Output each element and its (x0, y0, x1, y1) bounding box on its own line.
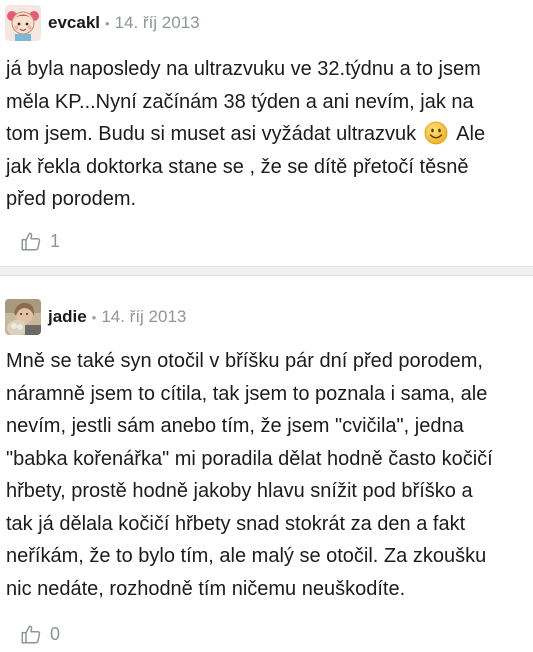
comment-thread: evcakl • 14. říj 2013 já byla naposledy … (0, 0, 533, 652)
comment-header: evcakl • 14. říj 2013 (5, 4, 200, 42)
comment-date: 14. říj 2013 (101, 307, 187, 326)
comment-line: náramně jsem to cítila, tak jsem to pozn… (6, 382, 488, 405)
comment-line: před porodem. (6, 188, 137, 210)
smiley-face-icon (424, 121, 448, 145)
meta-separator: • (91, 309, 97, 325)
meta-separator: • (105, 15, 110, 31)
comment-line-text: Ale (456, 123, 486, 145)
like-count: 0 (50, 623, 61, 644)
comment-line: "babka kořenářka" mi poradila dělat hodn… (6, 447, 493, 470)
comment-line: hřbety, prostě hodně jakoby hlavu snížit… (6, 480, 473, 502)
comment-line-text: tom jsem. Budu si muset asi vyžádat ultr… (6, 123, 417, 145)
comment-line: já byla naposledy na ultrazvuku ve 32.tý… (6, 58, 481, 80)
comment-line: měla KP...Nyní začínám 38 týden a ani ne… (6, 90, 474, 113)
comment-header: jadie • 14. říj 2013 (5, 298, 186, 336)
comment-line: jak řekla doktorka stane se , že se dítě… (6, 155, 469, 178)
comment-line: nic nedáte, rozhodně tím ničemu neuškodí… (6, 577, 406, 600)
comment-item: jadie • 14. říj 2013 Mně se také syn oto… (0, 278, 533, 652)
thumbs-up-icon (21, 625, 41, 644)
comment-line: neříkám, že to bylo tím, ale malý se oto… (6, 545, 487, 567)
username[interactable]: evcakl (48, 13, 100, 33)
comment-line: nevím, jestli sám anebo tím, že jsem "cv… (6, 415, 464, 437)
photo-avatar-icon (5, 299, 41, 335)
comment-line: tak já dělala kočičí hřbety snad stokrát… (6, 512, 466, 535)
avatar[interactable] (5, 299, 41, 335)
comment-item: evcakl • 14. říj 2013 já byla naposledy … (0, 0, 533, 268)
username[interactable]: jadie (48, 307, 87, 327)
like-count: 1 (50, 230, 61, 251)
avatar[interactable] (5, 5, 41, 41)
comment-text: já byla naposledy na ultrazvuku ve 32.tý… (6, 53, 521, 216)
comment-line: Mně se také syn otočil v bříšku pár dní … (6, 350, 483, 372)
comment-text: Mně se také syn otočil v bříšku pár dní … (6, 345, 521, 605)
comment-date: 14. říj 2013 (114, 13, 200, 32)
thumbs-up-icon (21, 232, 41, 251)
like-button[interactable]: 1 (20, 230, 60, 252)
girl-cartoon-avatar-icon (5, 5, 41, 41)
comment-line-with-emoji: tom jsem. Budu si muset asi vyžádat ultr… (6, 118, 521, 151)
comment-divider (0, 266, 533, 276)
like-button[interactable]: 0 (20, 623, 60, 645)
